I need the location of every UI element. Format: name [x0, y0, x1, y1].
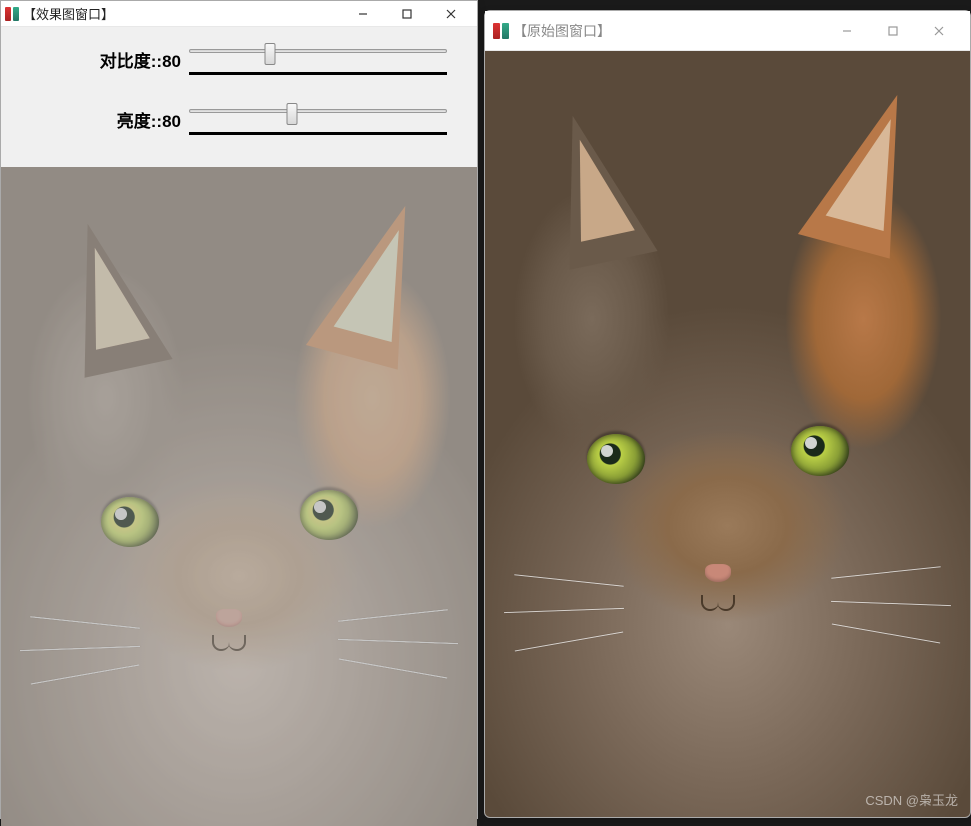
window-controls: [341, 2, 473, 26]
contrast-slider-thumb[interactable]: [264, 43, 275, 65]
original-image: CSDN @枭玉龙: [485, 51, 970, 817]
original-window-title: 【原始图窗口】: [513, 21, 820, 41]
app-icon: [493, 23, 509, 39]
brightness-slider-thumb[interactable]: [287, 103, 298, 125]
original-window: 【原始图窗口】 CSDN @枭玉龙: [484, 10, 971, 818]
maximize-button[interactable]: [385, 2, 429, 26]
effect-window-title: 【效果图窗口】: [23, 4, 337, 23]
effect-window: 【效果图窗口】 对比度::80 亮度::80: [0, 0, 478, 819]
close-button[interactable]: [916, 12, 962, 50]
brightness-slider-row: 亮度::80: [11, 103, 447, 135]
effect-image: [1, 167, 477, 826]
effect-titlebar[interactable]: 【效果图窗口】: [1, 1, 477, 27]
window-controls: [824, 12, 962, 50]
app-icon: [5, 7, 19, 21]
brightness-label: 亮度::80: [11, 107, 181, 132]
contrast-slider-row: 对比度::80: [11, 43, 447, 75]
watermark: CSDN @枭玉龙: [865, 790, 958, 809]
original-titlebar[interactable]: 【原始图窗口】: [485, 11, 970, 51]
contrast-label: 对比度::80: [11, 47, 181, 72]
sliders-panel: 对比度::80 亮度::80: [1, 27, 477, 167]
brightness-slider[interactable]: [189, 103, 447, 135]
maximize-button[interactable]: [870, 12, 916, 50]
minimize-button[interactable]: [824, 12, 870, 50]
close-button[interactable]: [429, 2, 473, 26]
minimize-button[interactable]: [341, 2, 385, 26]
contrast-slider[interactable]: [189, 43, 447, 75]
